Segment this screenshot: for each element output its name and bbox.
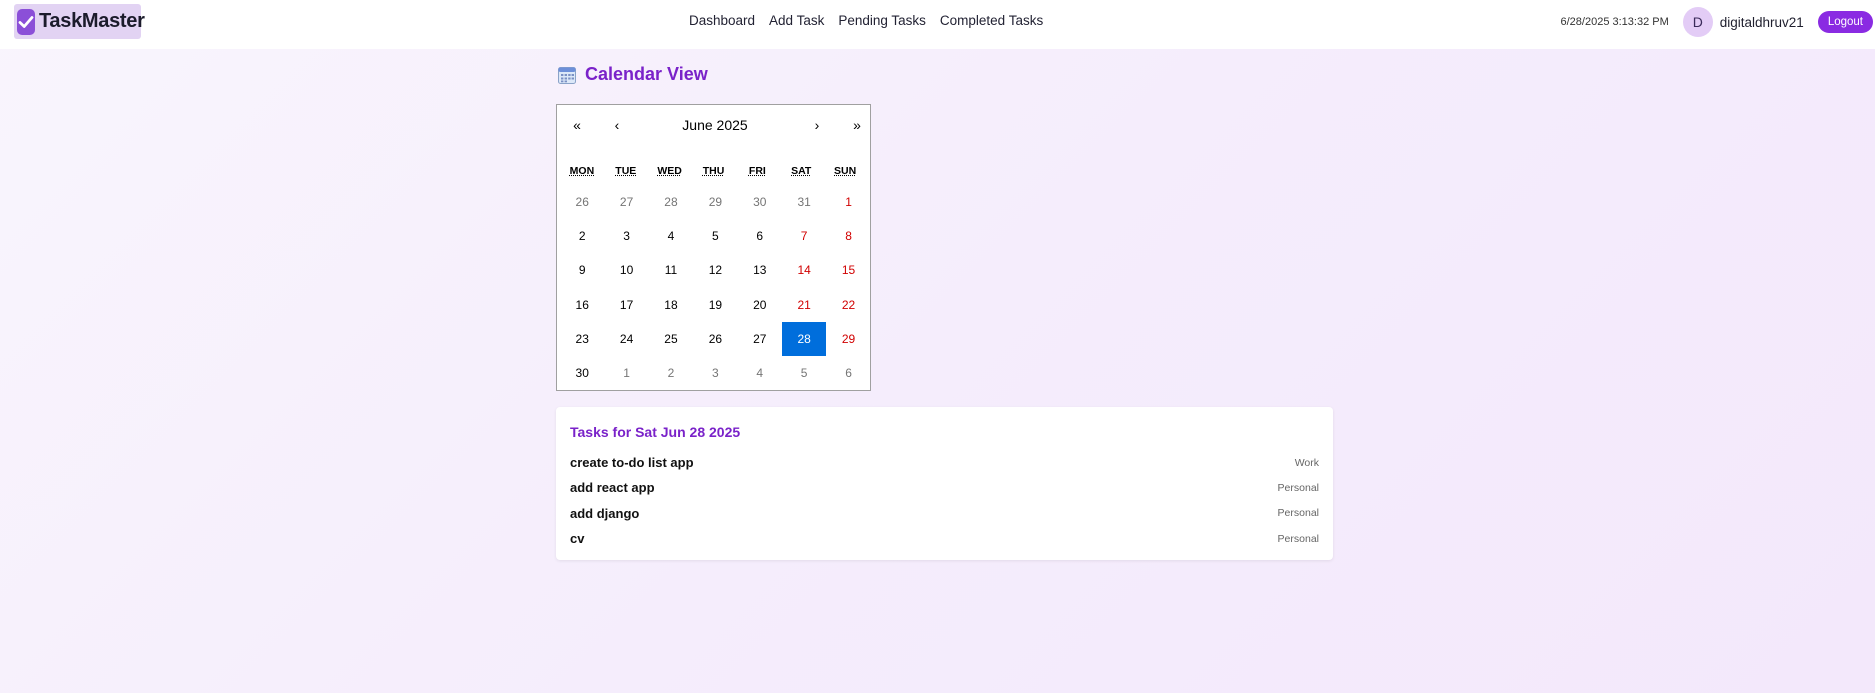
user-area: 6/28/2025 3:13:32 PM D digitaldhruv21 Lo… (1561, 7, 1875, 37)
task-item[interactable]: cv Personal (570, 526, 1319, 551)
prev-year-button[interactable]: « (565, 113, 589, 137)
calendar-day[interactable]: 29 (693, 185, 737, 219)
calendar-day[interactable]: 30 (560, 356, 604, 390)
calendar-days-grid: 26 27 28 29 30 31 1 2 3 4 5 6 7 8 9 10 1… (560, 185, 871, 390)
weekday-label: TUE (615, 165, 637, 177)
page-heading: Calendar View (557, 64, 708, 85)
calendar: « ‹ June 2025 › » MON TUE WED THU FRI SA… (556, 104, 871, 391)
calendar-day[interactable]: 2 (649, 356, 693, 390)
calendar-day[interactable]: 24 (604, 322, 648, 356)
calendar-day[interactable]: 9 (560, 253, 604, 287)
calendar-day[interactable]: 5 (782, 356, 826, 390)
calendar-day[interactable]: 15 (826, 253, 870, 287)
calendar-day[interactable]: 27 (738, 322, 782, 356)
calendar-day[interactable]: 28 (649, 185, 693, 219)
calendar-day[interactable]: 23 (560, 322, 604, 356)
weekday-label: WED (657, 165, 682, 177)
calendar-day[interactable]: 3 (604, 219, 648, 253)
nav-add-task[interactable]: Add Task (769, 13, 824, 28)
calendar-day[interactable]: 29 (826, 322, 870, 356)
task-name: cv (570, 531, 585, 547)
calendar-day[interactable]: 8 (826, 219, 870, 253)
navbar: TaskMaster Dashboard Add Task Pending Ta… (0, 0, 1875, 49)
calendar-day[interactable]: 6 (826, 356, 870, 390)
calendar-day[interactable]: 4 (649, 219, 693, 253)
calendar-day[interactable]: 12 (693, 253, 737, 287)
calendar-day[interactable]: 3 (693, 356, 737, 390)
calendar-day[interactable]: 22 (826, 288, 870, 322)
calendar-day[interactable]: 26 (693, 322, 737, 356)
calendar-day[interactable]: 13 (738, 253, 782, 287)
task-name: create to-do list app (570, 455, 694, 471)
tasks-panel: Tasks for Sat Jun 28 2025 create to-do l… (556, 407, 1333, 560)
task-item[interactable]: add django Personal (570, 501, 1319, 526)
calendar-day[interactable]: 1 (826, 185, 870, 219)
calendar-day[interactable]: 27 (604, 185, 648, 219)
calendar-day[interactable]: 16 (560, 288, 604, 322)
nav-completed-tasks[interactable]: Completed Tasks (940, 13, 1043, 28)
calendar-day[interactable]: 4 (738, 356, 782, 390)
brand-name: TaskMaster (39, 10, 145, 32)
calendar-day[interactable]: 10 (604, 253, 648, 287)
clock: 6/28/2025 3:13:32 PM (1560, 16, 1669, 28)
weekday-label: MON (569, 165, 595, 177)
task-name: add django (570, 505, 640, 521)
task-category: Work (1294, 456, 1319, 469)
calendar-day[interactable]: 31 (782, 185, 826, 219)
calendar-day[interactable]: 14 (782, 253, 826, 287)
prev-month-button[interactable]: ‹ (605, 113, 629, 137)
weekday-label: FRI (748, 165, 766, 177)
calendar-day[interactable]: 17 (604, 288, 648, 322)
nav-links: Dashboard Add Task Pending Tasks Complet… (689, 13, 1057, 28)
task-name: add react app (570, 480, 655, 496)
weekday-label: THU (702, 165, 725, 177)
task-category: Personal (1277, 532, 1319, 545)
task-category: Personal (1277, 507, 1319, 520)
calendar-day[interactable]: 26 (560, 185, 604, 219)
next-month-button[interactable]: › (805, 113, 829, 137)
calendar-day[interactable]: 25 (649, 322, 693, 356)
weekday-header: MON TUE WED THU FRI SAT SUN (557, 165, 870, 177)
calendar-navigation: « ‹ June 2025 › » (557, 105, 870, 145)
avatar[interactable]: D (1682, 7, 1713, 37)
next-year-button[interactable]: » (845, 113, 869, 137)
calendar-day[interactable]: 21 (782, 288, 826, 322)
nav-dashboard[interactable]: Dashboard (689, 13, 755, 28)
weekday-label: SUN (834, 165, 857, 177)
calendar-day[interactable]: 5 (693, 219, 737, 253)
calendar-day[interactable]: 20 (738, 288, 782, 322)
calendar-day[interactable]: 18 (649, 288, 693, 322)
calendar-day-selected[interactable]: 28 (781, 321, 827, 356)
task-item[interactable]: add react app Personal (570, 475, 1319, 500)
calendar-day[interactable]: 2 (560, 219, 604, 253)
calendar-day[interactable]: 6 (738, 219, 782, 253)
nav-pending-tasks[interactable]: Pending Tasks (838, 13, 926, 28)
calendar-icon (558, 66, 576, 84)
checkmark-icon (17, 8, 35, 35)
calendar-day[interactable]: 7 (782, 219, 826, 253)
task-list: create to-do list app Work add react app… (570, 450, 1319, 551)
logout-button[interactable]: Logout (1817, 11, 1873, 33)
month-label[interactable]: June 2025 (647, 117, 783, 133)
tasks-heading: Tasks for Sat Jun 28 2025 (570, 424, 741, 440)
calendar-day[interactable]: 19 (693, 288, 737, 322)
username: digitaldhruv21 (1719, 14, 1804, 30)
brand-logo[interactable]: TaskMaster (14, 4, 145, 39)
calendar-day[interactable]: 11 (649, 253, 693, 287)
task-category: Personal (1277, 481, 1319, 494)
calendar-day[interactable]: 1 (604, 356, 648, 390)
page-title: Calendar View (585, 64, 708, 84)
task-item[interactable]: create to-do list app Work (570, 450, 1319, 475)
calendar-day[interactable]: 30 (738, 185, 782, 219)
weekday-label: SAT (791, 165, 812, 177)
